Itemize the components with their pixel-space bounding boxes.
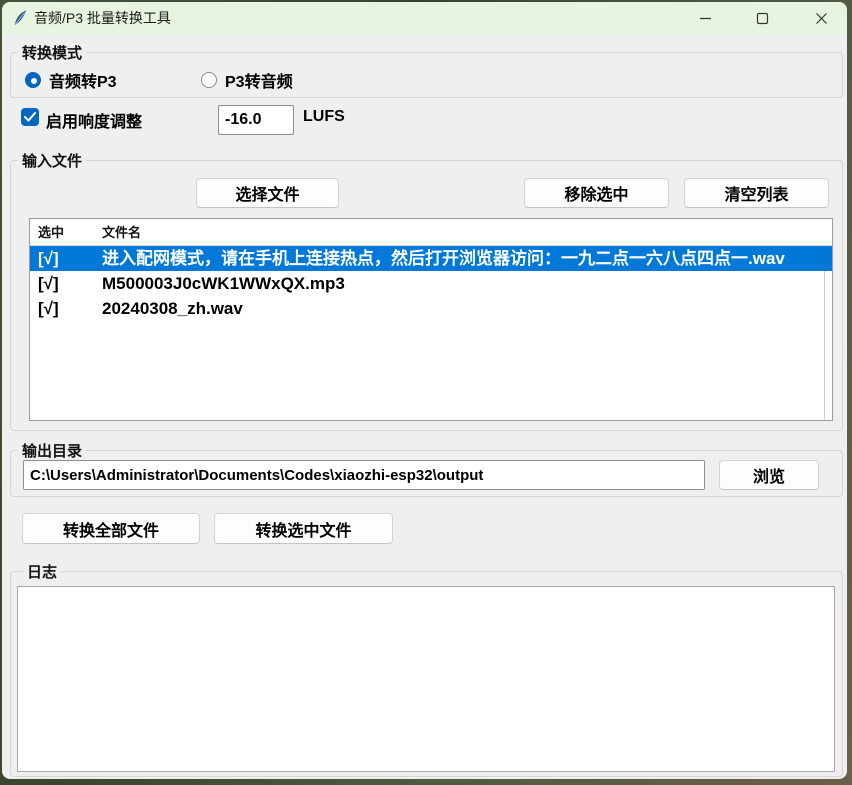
close-button[interactable] <box>799 2 843 34</box>
log-textarea[interactable] <box>17 586 835 772</box>
radio-audio-to-p3[interactable]: 音频转P3 <box>25 70 117 90</box>
loudness-checkbox-label: 启用响度调整 <box>46 108 142 132</box>
log-group-label: 日志 <box>23 561 61 582</box>
input-files-groupbox: 输入文件 选择文件 移除选中 清空列表 选中 文件名 [√] 进入配网模式，请在… <box>10 160 843 431</box>
radio-p3-to-audio-label: P3转音频 <box>225 68 293 92</box>
file-row[interactable]: [√] M500003J0cWK1WWxQX.mp3 <box>30 271 832 296</box>
log-groupbox: 日志 <box>10 571 843 777</box>
file-row-filename: 进入配网模式，请在手机上连接热点，然后打开浏览器访问：一九二点一六八点四点一.w… <box>102 246 828 271</box>
browse-button[interactable]: 浏览 <box>719 460 819 490</box>
radio-selected-icon <box>25 72 41 88</box>
close-icon <box>815 12 828 25</box>
radio-p3-to-audio[interactable]: P3转音频 <box>201 70 293 90</box>
file-row[interactable]: [√] 20240308_zh.wav <box>30 296 832 321</box>
checkmark-icon <box>24 112 36 122</box>
output-dir-groupbox: 输出目录 浏览 <box>10 450 843 497</box>
file-list-scrollbar[interactable] <box>824 271 832 420</box>
window-title: 音频/P3 批量转换工具 <box>34 2 171 34</box>
file-row-selected[interactable]: [√] 进入配网模式，请在手机上连接热点，然后打开浏览器访问：一九二点一六八点四… <box>30 246 832 271</box>
file-list-table: 选中 文件名 [√] 进入配网模式，请在手机上连接热点，然后打开浏览器访问：一九… <box>29 218 833 421</box>
column-header-filename[interactable]: 文件名 <box>102 219 828 246</box>
mode-groupbox: 转换模式 音频转P3 P3转音频 <box>10 52 843 98</box>
mode-group-label: 转换模式 <box>18 42 86 63</box>
file-row-filename: 20240308_zh.wav <box>102 296 828 321</box>
file-row-checkmark: [√] <box>38 246 98 271</box>
select-files-button[interactable]: 选择文件 <box>196 178 339 208</box>
convert-all-button[interactable]: 转换全部文件 <box>22 513 200 544</box>
maximize-icon <box>756 12 769 25</box>
app-window: 音频/P3 批量转换工具 转换模式 音频转P3 P3转音频 <box>2 2 847 779</box>
convert-selected-button[interactable]: 转换选中文件 <box>214 513 393 544</box>
file-row-checkmark: [√] <box>38 271 98 296</box>
file-row-filename: M500003J0cWK1WWxQX.mp3 <box>102 271 828 296</box>
minimize-icon <box>699 12 712 25</box>
clear-list-button[interactable]: 清空列表 <box>684 178 829 208</box>
column-header-checked[interactable]: 选中 <box>38 219 98 246</box>
desktop-background: 音频/P3 批量转换工具 转换模式 音频转P3 P3转音频 <box>0 0 852 785</box>
radio-unselected-icon <box>201 72 217 88</box>
output-dir-group-label: 输出目录 <box>18 440 86 461</box>
loudness-checkbox[interactable] <box>21 108 39 126</box>
file-list-header: 选中 文件名 <box>30 219 832 246</box>
radio-audio-to-p3-label: 音频转P3 <box>49 68 117 92</box>
minimize-button[interactable] <box>683 2 727 34</box>
title-bar: 音频/P3 批量转换工具 <box>2 2 847 34</box>
app-feather-icon <box>12 10 28 26</box>
input-files-group-label: 输入文件 <box>18 150 86 171</box>
maximize-button[interactable] <box>740 2 784 34</box>
loudness-value-input[interactable] <box>218 105 294 135</box>
file-row-checkmark: [√] <box>38 296 98 321</box>
remove-selected-button[interactable]: 移除选中 <box>524 178 669 208</box>
output-path-input[interactable] <box>23 460 705 490</box>
lufs-unit-label: LUFS <box>303 108 345 126</box>
